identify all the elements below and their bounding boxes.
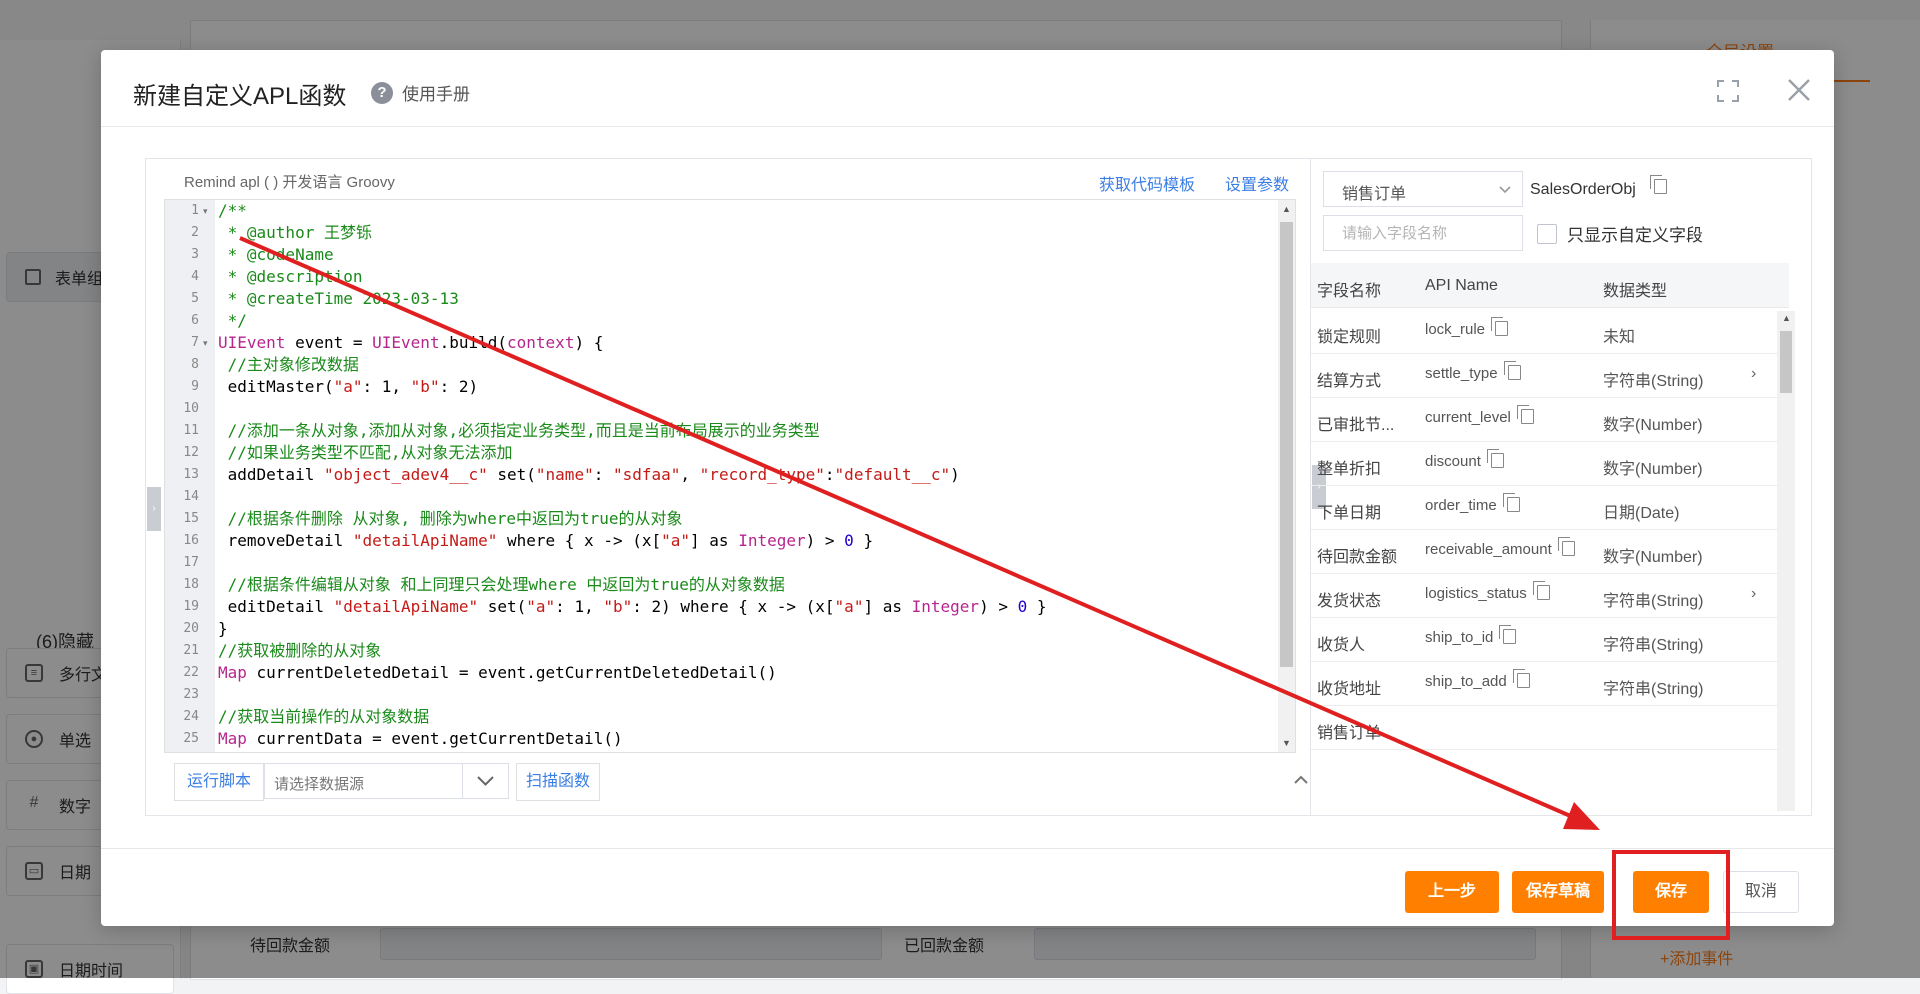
- annotation-arrow: [239, 236, 1600, 830]
